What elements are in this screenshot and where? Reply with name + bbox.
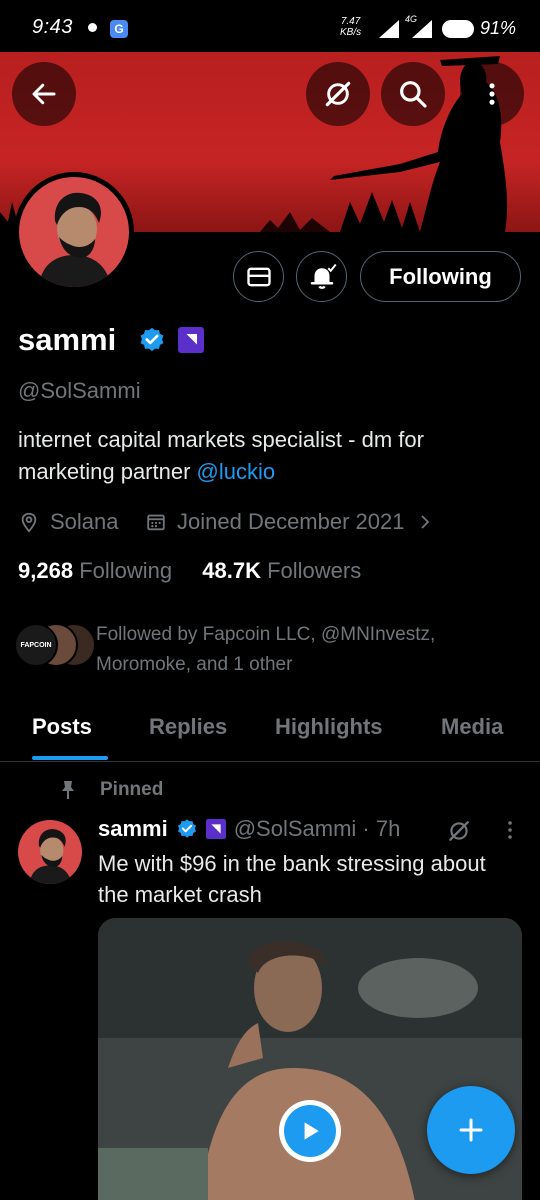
message-button[interactable] (233, 251, 284, 302)
notifications-button[interactable] (296, 251, 347, 302)
active-tab-indicator (32, 756, 108, 760)
profile-location: Solana (18, 508, 119, 536)
post-text: Me with $96 in the bank stressing about … (98, 851, 486, 907)
signal-icon-2 (412, 20, 432, 38)
fapcoin-avatar: FAPCOIN (14, 623, 58, 667)
profile-avatar[interactable] (14, 172, 134, 292)
post-header: sammi @SolSammi · 7h (98, 816, 400, 842)
plus-icon (459, 1118, 483, 1142)
post-author-name[interactable]: sammi (98, 816, 168, 842)
affiliate-logo-icon (184, 333, 198, 347)
grok-icon (449, 821, 469, 841)
envelope-icon (246, 267, 271, 286)
post-grok-button[interactable] (446, 818, 472, 849)
grok-icon (325, 81, 351, 107)
verified-badge-icon (177, 819, 196, 838)
calendar-icon (147, 514, 165, 531)
profile-joined-date[interactable]: Joined December 2021 (145, 508, 434, 536)
bio-mention-link[interactable]: @luckio (197, 459, 276, 484)
google-icon: G (110, 20, 128, 38)
tab-posts[interactable]: Posts (32, 714, 92, 740)
post-author-avatar[interactable] (18, 820, 82, 884)
tab-replies[interactable]: Replies (149, 714, 227, 740)
avatar-illustration (29, 829, 72, 884)
notification-dot-icon (88, 23, 97, 32)
tab-highlights[interactable]: Highlights (275, 714, 383, 740)
pinned-label: Pinned (100, 779, 164, 800)
search-button[interactable] (381, 62, 445, 126)
profile-name: sammi (18, 322, 117, 357)
battery-percent: 91% (480, 18, 517, 38)
signal-icon (379, 20, 399, 38)
verified-badge-icon (140, 327, 164, 352)
location-pin-icon (21, 512, 37, 533)
more-options-button[interactable] (460, 62, 524, 126)
more-vertical-icon (489, 83, 495, 105)
status-time: 9:43 (32, 16, 73, 38)
grok-button[interactable] (306, 62, 370, 126)
battery-icon (442, 20, 474, 38)
back-button[interactable] (12, 62, 76, 126)
avatar-illustration (39, 192, 111, 287)
profile-stats: 9,268 Following 48.7K Followers (18, 558, 361, 584)
chevron-right-icon (421, 515, 430, 529)
post-author-handle[interactable]: @SolSammi · 7h (234, 816, 401, 842)
compose-post-button[interactable] (427, 1086, 515, 1174)
more-vertical-icon (508, 821, 512, 839)
profile-tabs: Posts Replies Highlights Media (0, 700, 540, 762)
avatar-image (19, 177, 129, 287)
following-button[interactable]: Following (360, 251, 521, 302)
followers-stat[interactable]: 48.7K Followers (202, 558, 361, 583)
bell-check-icon (310, 263, 337, 289)
video-play-button[interactable] (279, 1100, 341, 1162)
affiliate-badge-icon (205, 819, 226, 839)
pin-icon (62, 781, 74, 799)
profile-handle: @SolSammi (18, 378, 141, 403)
back-arrow-icon (32, 83, 56, 105)
post-more-button[interactable] (498, 818, 522, 847)
followed-by-avatars[interactable]: FAPCOIN (14, 623, 96, 669)
play-icon (304, 1122, 319, 1140)
followed-by-text[interactable]: Followed by Fapcoin LLC, @MNInvestz, Mor… (96, 620, 516, 680)
search-icon (400, 81, 427, 108)
affiliate-badge-icon[interactable] (178, 327, 204, 353)
following-stat[interactable]: 9,268 Following (18, 558, 172, 583)
profile-bio: internet capital markets specialist - dm… (18, 427, 424, 484)
pinned-indicator: Pinned (56, 778, 163, 802)
network-speed: 7.47 KB/s (340, 16, 362, 38)
status-bar: 9:43 G 7.47 KB/s 4G 91% (0, 0, 540, 52)
tab-media[interactable]: Media (441, 714, 503, 740)
